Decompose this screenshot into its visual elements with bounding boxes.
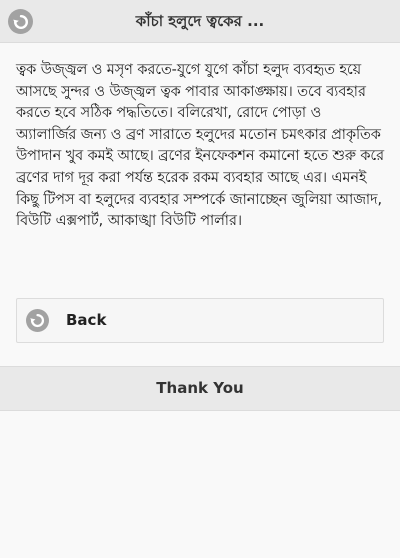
footer-bar: Thank You — [0, 366, 400, 411]
back-button-icon-wrap — [26, 309, 49, 332]
header-bar: কাঁচা হলুদে ত্বকের ... — [0, 0, 400, 43]
back-button[interactable]: Back — [16, 298, 384, 343]
article-body: ত্বক উজ্জ্বল ও মসৃণ করতে-যুগে যুগে কাঁচা… — [16, 62, 384, 230]
back-arrow-icon — [12, 14, 28, 29]
back-arrow-icon — [30, 313, 45, 328]
page-title: কাঁচা হলুদে ত্বকের ... — [135, 12, 265, 30]
footer-text: Thank You — [156, 379, 244, 397]
back-button-label: Back — [66, 311, 107, 329]
header-back-button[interactable] — [8, 9, 33, 34]
